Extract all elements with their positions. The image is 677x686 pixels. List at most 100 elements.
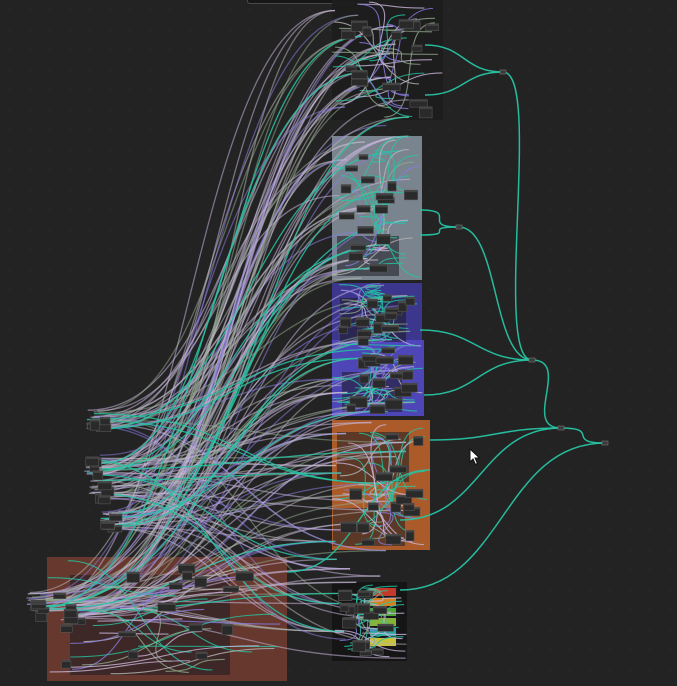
graph-node-header [368,502,379,505]
graph-node-header [345,165,358,168]
graph-node-header [376,234,391,237]
node-link [399,442,606,591]
reroute-node[interactable] [455,224,463,230]
graph-node-header [339,212,355,215]
graph-node-header [371,648,384,651]
graph-node-header [375,205,388,208]
graph-node-header [419,106,433,109]
graph-node-header [109,513,123,516]
graph-node-header [358,336,369,339]
node-link [419,226,460,236]
graph-node-header [385,433,399,436]
graph-node-header [346,403,356,406]
graph-node-header [399,19,414,22]
graph-node-header [223,586,239,589]
reroute-node[interactable] [557,425,565,431]
graph-node-header [398,370,414,373]
graph-node-header [389,465,407,468]
graph-node-header [375,356,394,359]
node-link [502,71,533,361]
graph-node-header [357,522,370,525]
graph-node-header [425,23,439,26]
graph-node-header [169,582,183,585]
graph-node-header [345,65,357,68]
graph-node-header [370,404,386,407]
graph-node-header [391,30,402,33]
graph-node-header [383,294,392,297]
graph-node-header [189,623,203,626]
node-link [531,359,562,429]
node-link [560,427,606,444]
graph-node-header [342,618,357,621]
graph-node-header [385,534,401,537]
graph-node-header [398,355,414,358]
graph-node-header [401,383,418,386]
graph-node-header [373,322,383,325]
graph-node-header [350,244,366,247]
graph-node-header [361,538,375,541]
graph-node-header [357,226,374,229]
graph-node-header [128,650,138,653]
graph-node-header [356,205,371,208]
graph-node-header [61,660,71,663]
graph-node-header [359,374,369,377]
graph-node-header [340,521,357,524]
graph-node-header [367,299,378,302]
graph-node-header [118,631,136,634]
graph-node-header [92,470,103,473]
graph-node-header [377,624,394,627]
node-graph[interactable] [0,0,677,686]
graph-node-header [351,20,368,23]
graph-node-header [182,571,193,574]
graph-node-header [405,530,415,533]
reroute-node[interactable] [601,440,609,446]
graph-node-header [356,317,370,320]
graph-node-header [352,640,366,643]
graph-node-header [359,154,368,157]
graph-node-header [348,251,363,254]
graph-node-header [60,624,73,627]
mouse-pointer-icon [469,448,481,466]
graph-node-header [375,472,393,475]
node-link [45,277,362,602]
graph-node-header [409,99,428,102]
graph-node-header [341,184,351,187]
graph-node-header [98,495,111,498]
reroute-node[interactable] [499,69,507,75]
node-link [419,209,460,228]
graph-node-header [372,378,386,381]
graph-node-header [361,176,375,179]
graph-node-header [178,563,195,566]
graph-node-header [31,602,46,605]
graph-node-header [338,590,352,593]
graph-node-header [362,26,372,29]
graph-node-header [338,326,348,329]
graph-node-header [413,436,424,439]
graph-node-header [349,396,368,399]
graph-node-header [405,489,423,492]
graph-node-header [65,604,77,607]
node-link [458,226,533,361]
graph-node-header [53,592,66,595]
graph-node-header [194,576,207,579]
reroute-node[interactable] [528,357,536,363]
graph-node-header [381,347,395,350]
graph-node-header [126,571,140,574]
graph-node-header [100,521,115,524]
graph-node-header [403,503,415,506]
graph-node-header [390,372,403,375]
graph-node-header [30,600,46,603]
node-link [423,359,533,396]
graph-node-header [351,70,368,73]
graph-node-header [387,181,397,184]
graph-node-header [196,652,208,655]
graph-node-header [64,609,77,612]
graph-node-header [384,312,397,315]
graph-node-header [157,602,176,605]
graph-node-header [99,417,111,420]
graph-node-header [405,297,415,300]
graph-node-header [340,317,351,320]
graph-node-header [373,606,387,609]
graph-node-header [357,603,370,606]
graph-node-header [90,419,100,422]
